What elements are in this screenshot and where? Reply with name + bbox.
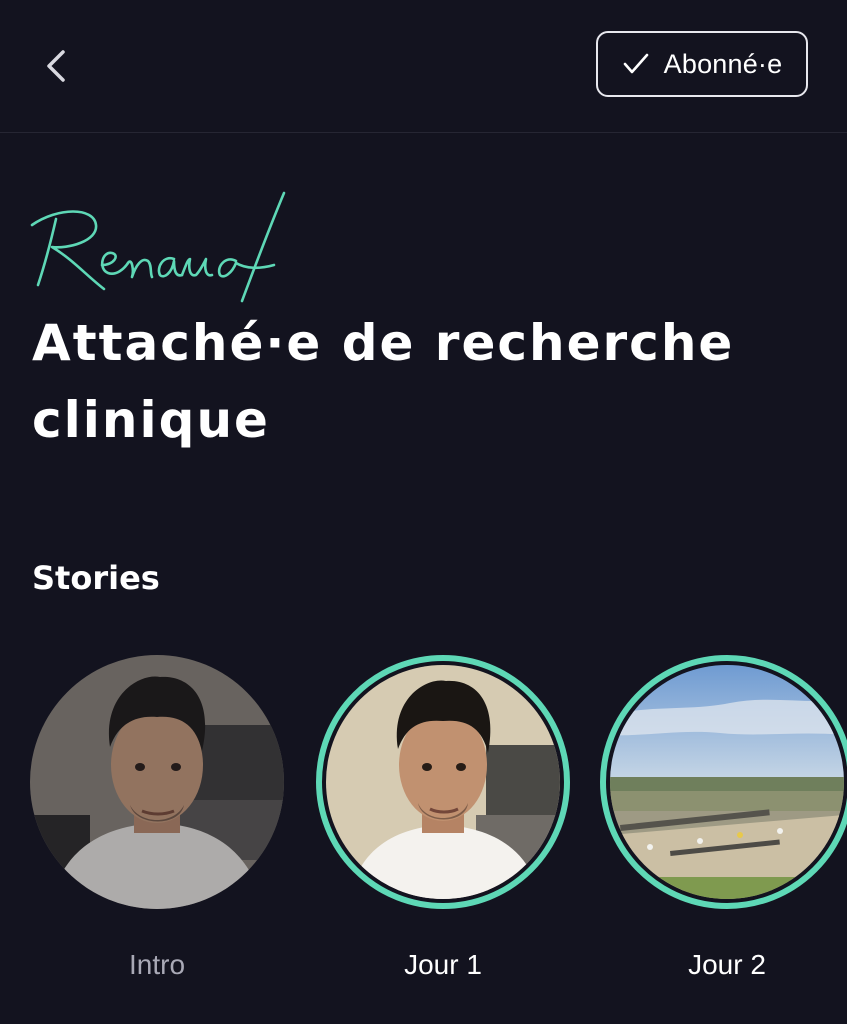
story-label: Intro xyxy=(128,949,186,980)
stories-title: Stories xyxy=(32,559,160,597)
back-button[interactable] xyxy=(30,40,82,92)
story-label: Jour 1 xyxy=(404,949,482,980)
top-bar: Abonné·e xyxy=(0,0,847,133)
job-title: Attaché·e de recherche clinique xyxy=(32,314,735,449)
subscribed-button[interactable]: Abonné·e xyxy=(596,31,808,97)
checkmark-icon xyxy=(623,53,648,74)
profile-screen: Abonné·e Attaché·e de recherche clinique… xyxy=(0,0,847,1024)
story-thumbnail-person xyxy=(326,665,560,899)
story-ring xyxy=(30,655,284,909)
subscribed-button-label: Abonné·e xyxy=(663,48,783,79)
story-thumbnail-airport xyxy=(610,665,844,899)
story-thumbnail-person xyxy=(30,655,284,909)
chevron-left-icon xyxy=(47,50,65,82)
signature-logo xyxy=(30,191,286,303)
story-ring xyxy=(316,655,570,909)
story-label: Jour 2 xyxy=(688,949,766,980)
story-ring xyxy=(600,655,847,909)
